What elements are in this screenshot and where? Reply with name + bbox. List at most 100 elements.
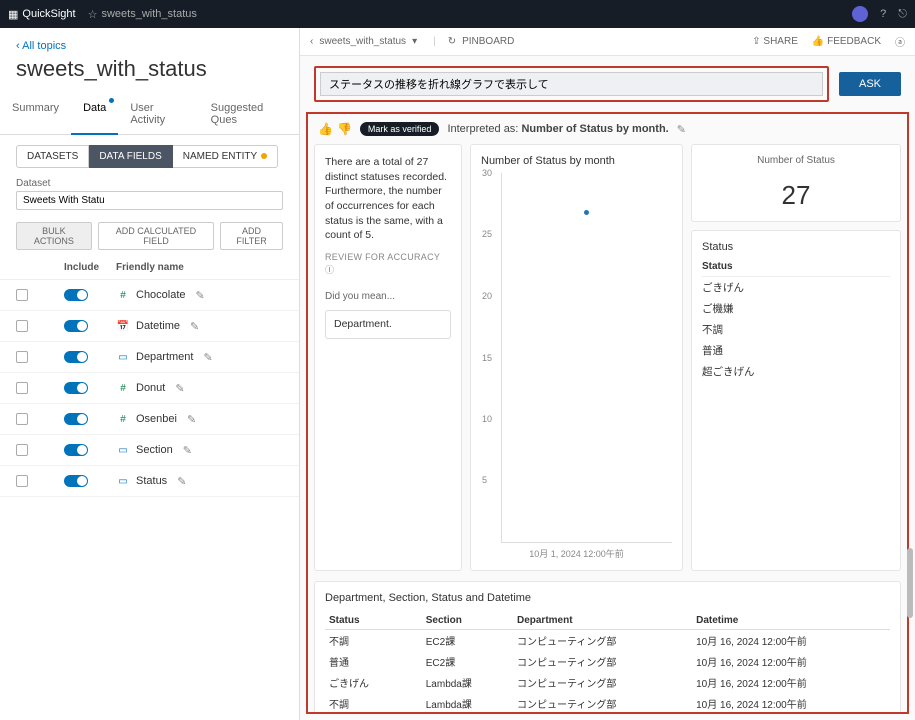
edit-interp-icon[interactable]: ✎ [677, 123, 686, 136]
table-cell: ごきげん [325, 672, 422, 693]
add-filter-button[interactable]: ADD FILTER [220, 222, 283, 250]
dataset-label: Dataset [16, 178, 283, 189]
thumb-up-icon[interactable]: 👍 [318, 122, 333, 136]
tab-data[interactable]: Data [71, 94, 118, 134]
include-toggle[interactable] [64, 413, 88, 425]
edit-icon[interactable]: ✎ [175, 382, 184, 395]
status-item[interactable]: ごきげん [702, 277, 890, 298]
table-header[interactable]: Datetime [692, 612, 890, 630]
brand-logo[interactable]: ▦ QuickSight [8, 8, 76, 21]
type-icon: # [116, 381, 130, 395]
refresh-icon[interactable]: ↻ [448, 36, 456, 47]
table-cell: EC2課 [422, 630, 513, 652]
did-you-mean-label: Did you mean... [325, 290, 451, 304]
table-header[interactable]: Department [513, 612, 692, 630]
table-header[interactable]: Status [325, 612, 422, 630]
field-row[interactable]: # Osenbei ✎ [0, 404, 299, 435]
notification-icon[interactable] [852, 6, 868, 22]
field-row[interactable]: # Chocolate ✎ [0, 280, 299, 311]
tab-summary[interactable]: Summary [0, 94, 71, 134]
detail-table: StatusSectionDepartmentDatetime 不調EC2課コン… [325, 612, 890, 714]
quicksight-icon: ▦ [8, 8, 18, 21]
edit-icon[interactable]: ✎ [190, 320, 199, 333]
table-cell: コンピューティング部 [513, 651, 692, 672]
field-checkbox[interactable] [16, 320, 28, 332]
user-badge-icon[interactable]: ⓐ [895, 34, 905, 49]
table-row[interactable]: 不調EC2課コンピューティング部10月 16, 2024 12:00午前 [325, 630, 890, 652]
user-icon[interactable]: ⎋ [898, 8, 907, 21]
include-toggle[interactable] [64, 444, 88, 456]
chevron-down-icon[interactable]: ▾ [412, 36, 417, 47]
narrative-card: There are a total of 27 distinct statuse… [314, 144, 462, 571]
field-name: Datetime [136, 320, 180, 332]
share-button[interactable]: ⇪ SHARE [752, 36, 798, 47]
table-cell: EC2課 [422, 651, 513, 672]
suggestion-item[interactable]: Department. [325, 310, 451, 339]
table-row[interactable]: 普通EC2課コンピューティング部10月 16, 2024 12:00午前 [325, 651, 890, 672]
tab-suggested[interactable]: Suggested Ques [199, 94, 299, 134]
starred-topic[interactable]: ☆ sweets_with_status [88, 8, 197, 21]
chart-body[interactable]: 30 25 20 15 10 5 [501, 173, 672, 543]
status-item[interactable]: 不調 [702, 319, 890, 340]
table-header[interactable]: Section [422, 612, 513, 630]
field-name: Section [136, 444, 173, 456]
verified-badge[interactable]: Mark as verified [360, 122, 440, 136]
status-th: Status [702, 261, 890, 277]
field-row[interactable]: ▭ Section ✎ [0, 435, 299, 466]
status-item[interactable]: 普通 [702, 340, 890, 361]
edit-icon[interactable]: ✎ [196, 289, 205, 302]
dataset-select[interactable] [16, 191, 283, 210]
subtab-data-fields[interactable]: DATA FIELDS [89, 145, 172, 168]
all-topics-link[interactable]: All topics [16, 40, 283, 52]
status-item[interactable]: 超ごきげん [702, 361, 890, 382]
field-row[interactable]: # Donut ✎ [0, 373, 299, 404]
thumb-icon: 👍 [812, 36, 824, 47]
include-toggle[interactable] [64, 320, 88, 332]
scrollbar-thumb[interactable] [907, 548, 913, 618]
table-row[interactable]: ごきげんLambda課コンピューティング部10月 16, 2024 12:00午… [325, 672, 890, 693]
status-item[interactable]: ご機嫌 [702, 298, 890, 319]
back-icon[interactable]: ‹ [310, 36, 313, 47]
include-toggle[interactable] [64, 382, 88, 394]
info-icon: ⓘ [325, 265, 334, 275]
subtab-named-entity[interactable]: NAMED ENTITY [173, 145, 278, 168]
ask-button[interactable]: ASK [839, 72, 901, 96]
include-toggle[interactable] [64, 351, 88, 363]
include-toggle[interactable] [64, 289, 88, 301]
tab-user-activity[interactable]: User Activity [118, 94, 198, 134]
table-row[interactable]: 不調Lambda課コンピューティング部10月 16, 2024 12:00午前 [325, 693, 890, 714]
table-cell: 10月 16, 2024 12:00午前 [692, 693, 890, 714]
field-row[interactable]: ▭ Status ✎ [0, 466, 299, 497]
data-point[interactable] [584, 210, 589, 215]
subtab-datasets[interactable]: DATASETS [16, 145, 89, 168]
thumb-down-icon[interactable]: 👎 [337, 122, 352, 136]
edit-icon[interactable]: ✎ [187, 413, 196, 426]
brand-text: QuickSight [22, 8, 75, 20]
field-checkbox[interactable] [16, 413, 28, 425]
ask-input[interactable] [320, 72, 823, 96]
field-checkbox[interactable] [16, 382, 28, 394]
table-cell: Lambda課 [422, 693, 513, 714]
help-icon[interactable]: ? [880, 8, 886, 20]
edit-icon[interactable]: ✎ [183, 444, 192, 457]
edit-icon[interactable]: ✎ [203, 351, 212, 364]
review-accuracy[interactable]: REVIEW FOR ACCURACY ⓘ [325, 251, 451, 276]
type-icon: ▭ [116, 474, 130, 488]
field-checkbox[interactable] [16, 475, 28, 487]
field-checkbox[interactable] [16, 444, 28, 456]
crumb-title[interactable]: sweets_with_status [319, 36, 406, 47]
bulk-actions-button[interactable]: BULK ACTIONS [16, 222, 92, 250]
app-topbar: ▦ QuickSight ☆ sweets_with_status ? ⎋ [0, 0, 915, 28]
field-row[interactable]: 📅 Datetime ✎ [0, 311, 299, 342]
topic-title: sweets_with_status [16, 56, 283, 82]
field-row[interactable]: ▭ Department ✎ [0, 342, 299, 373]
edit-icon[interactable]: ✎ [177, 475, 186, 488]
field-checkbox[interactable] [16, 351, 28, 363]
table-cell: コンピューティング部 [513, 672, 692, 693]
feedback-button[interactable]: 👍 FEEDBACK [812, 36, 881, 47]
include-toggle[interactable] [64, 475, 88, 487]
col-include: Include [64, 262, 116, 273]
pinboard-link[interactable]: PINBOARD [462, 36, 514, 47]
add-calc-field-button[interactable]: ADD CALCULATED FIELD [98, 222, 214, 250]
field-checkbox[interactable] [16, 289, 28, 301]
